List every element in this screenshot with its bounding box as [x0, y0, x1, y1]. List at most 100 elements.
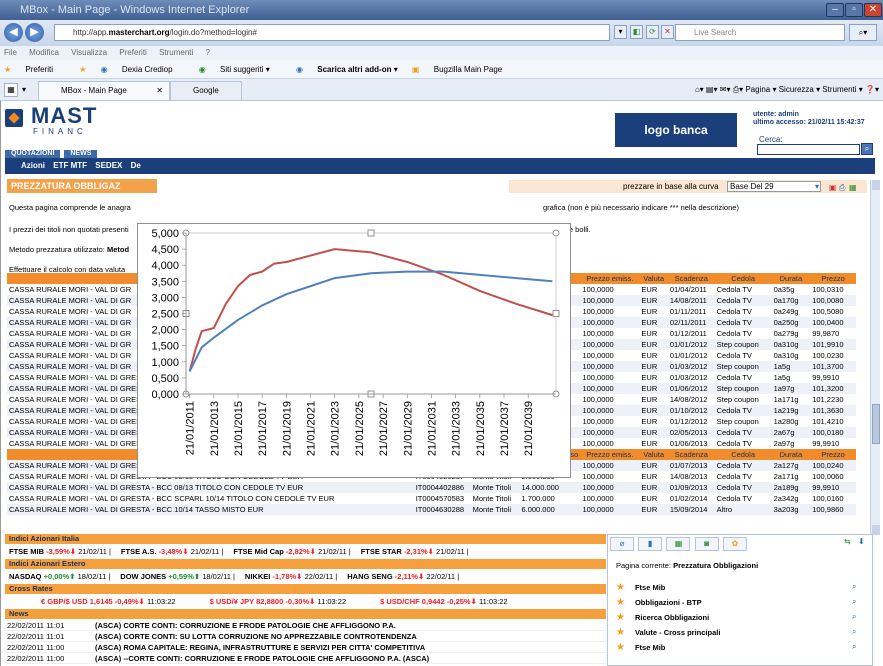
quick-link[interactable]: ★ Ricerca Obbligazioni — [616, 612, 709, 623]
home-icon[interactable]: ⌂▾ — [695, 85, 704, 94]
tab-google[interactable]: Google — [170, 81, 242, 100]
table-row[interactable]: CASSA RURALE MORI - VAL DI GRESTA - BCC … — [7, 493, 856, 504]
back-icon[interactable]: ◀ — [4, 23, 23, 42]
site-search-input[interactable] — [757, 144, 860, 155]
download-panel-icon[interactable]: ⬇ — [858, 537, 865, 546]
index-item[interactable]: FTSE MIB -3,59%⬇ 21/02/11 | — [9, 547, 111, 556]
menu-visualizza[interactable]: Visualizza — [71, 48, 107, 57]
nav-quotazioni[interactable]: QUOTAZIONI — [5, 150, 61, 158]
favorites-button[interactable]: ★ Preferiti — [4, 65, 65, 74]
magnifier-icon[interactable]: ⌕ — [852, 582, 856, 592]
favorite-bugzilla[interactable]: ▣ Bugzilla Main Page — [412, 65, 514, 74]
tab-mbox-main-page[interactable]: MBox - Main Page ✕ — [38, 81, 170, 100]
menu-preferiti[interactable]: Preferiti — [119, 48, 147, 57]
quick-link[interactable]: ★ Valute - Cross principali — [616, 627, 720, 638]
excel-icon[interactable]: ▦ — [849, 181, 857, 194]
print-page-icon[interactable]: ⎙ — [839, 181, 845, 194]
live-search-input[interactable]: Live Search — [675, 24, 845, 41]
menu-modifica[interactable]: Modifica — [29, 48, 59, 57]
cross-rate-item[interactable]: $ USD/¥ JPY 82,8800 -0,30%⬇ 11:03:22 — [210, 597, 347, 606]
forward-icon[interactable]: ▶ — [25, 23, 44, 42]
tab-list-icon[interactable]: ▾ — [22, 83, 32, 97]
compatibility-icon[interactable]: ◧ — [630, 25, 643, 39]
content-scrollbar[interactable] — [870, 180, 880, 535]
news-item[interactable]: 22/02/2011 11:01 (ASCA) CORTE CONTI: SU L… — [5, 631, 606, 642]
news-item[interactable]: 22/02/2011 11:01 (ASCA) CORTE CONTI: CORR… — [5, 620, 606, 631]
index-item[interactable]: NIKKEI -1,78%⬇ 22/02/11 | — [245, 572, 337, 581]
table-row[interactable]: CASSA RURALE MORI - VAL DI GRESTA - BCC … — [7, 482, 856, 493]
quick-link[interactable]: ★ Ftse Mib — [616, 642, 665, 653]
mail-icon[interactable]: ✉▾ — [720, 85, 731, 94]
minimize-button[interactable]: – — [826, 3, 844, 17]
scroll-down-icon[interactable] — [872, 525, 880, 535]
favorite-dexia[interactable]: ★ ◉ Dexia Crediop — [79, 65, 184, 74]
x-tick-label: 21/01/2025 — [354, 401, 366, 456]
subnav-sedex[interactable]: SEDEX — [95, 161, 122, 170]
chart-icon[interactable]: ▮ — [638, 537, 663, 551]
table-cell: 14/08/2011 — [667, 295, 715, 306]
search-label: Cerca: — [759, 135, 783, 144]
index-item[interactable]: HANG SENG -2,11%⬇ 22/02/11 | — [347, 572, 459, 581]
magnifier-icon[interactable]: ⌕ — [852, 627, 856, 637]
curve-select[interactable]: Base Del 29 ▾ — [727, 181, 821, 192]
favorite-suggested[interactable]: ◉ Siti suggeriti ▾ — [199, 65, 282, 74]
cross-rate-item[interactable]: $ USD/CHF 0,9442 -0,25%⬇ 11:03:22 — [380, 597, 507, 606]
header-cell: Prezzo emiss. — [580, 449, 640, 460]
index-item[interactable]: FTSE STAR -2,31%⬇ 21/02/11 | — [361, 547, 469, 556]
site-search-icon[interactable]: ⌕ — [861, 143, 873, 155]
close-tab-icon[interactable]: ✕ — [156, 82, 163, 100]
cross-rate-item[interactable]: € GBP/$ USD 1,6145 -0,49%⬇ 11:03:22 — [41, 597, 176, 606]
pdf-icon[interactable]: ▣ — [829, 181, 837, 194]
quick-link[interactable]: ★ Ftse Mib — [616, 582, 665, 593]
subnav-azioni[interactable]: Azioni — [21, 161, 45, 170]
scrollbar-thumb[interactable] — [872, 404, 880, 444]
index-item[interactable]: FTSE A.S. -3,48%⬇ 21/02/11 | — [121, 547, 223, 556]
index-item[interactable]: DOW JONES +0,59%⬆ 18/02/11 | — [120, 572, 235, 581]
menu-strumenti[interactable]: Strumenti — [159, 48, 193, 57]
refresh-icon[interactable]: ⟳ — [646, 25, 659, 39]
maximize-button[interactable]: ▫ — [845, 3, 863, 17]
index-name: NASDAQ — [9, 572, 44, 581]
subnav-etf[interactable]: ETF MTF — [53, 161, 87, 170]
alert-icon[interactable]: ✿ — [722, 537, 747, 551]
print-icon[interactable]: ⎙▾ — [733, 85, 743, 94]
news-item[interactable]: 22/02/2011 11:00 (ASCA) --CORTE CONTI: CO… — [5, 653, 606, 664]
menu-help[interactable]: ? — [206, 48, 210, 57]
help-icon[interactable]: ❓▾ — [865, 85, 879, 94]
yield-curve-chart[interactable]: 0,000 0,500 1,000 1,500 2,000 2,500 3,000 3,500… — [137, 223, 571, 478]
stop-icon[interactable]: ✕ — [661, 25, 674, 39]
calendar-icon[interactable]: ▦ — [666, 537, 691, 551]
refresh-panel-icon[interactable]: ⇆ — [844, 537, 851, 546]
magnifier-icon[interactable]: ⌕ — [852, 597, 856, 607]
nav-news[interactable]: NEWS — [64, 150, 98, 158]
magnifier-icon[interactable]: ⌕ — [852, 612, 856, 622]
table-row[interactable]: CASSA RURALE MORI - VAL DI GRESTA - BCC … — [7, 504, 856, 515]
index-item[interactable]: NASDAQ +0,00%⬆ 18/02/11 | — [9, 572, 110, 581]
close-button[interactable]: ✕ — [864, 3, 882, 17]
scroll-up-icon[interactable] — [872, 180, 880, 190]
table-cell: 02/05/2013 — [667, 427, 715, 438]
quick-tabs-icon[interactable]: ▦ — [4, 83, 18, 97]
link-icon[interactable]: ⌀ — [610, 537, 634, 551]
index-item[interactable]: FTSE Mid Cap -2,82%⬇ 21/02/11 | — [233, 547, 350, 556]
dropdown-arrow-icon[interactable]: ▾ — [614, 25, 627, 39]
search-icon[interactable]: ⌕▾ — [849, 24, 877, 41]
table-cell: 1a280g — [771, 416, 811, 427]
command-menus[interactable]: Pagina ▾ Sicurezza ▾ Strumenti ▾ — [745, 85, 862, 94]
favorite-addons[interactable]: ◉ Scarica altri add-on ▾ — [296, 65, 398, 74]
favorite-label: Siti suggeriti ▾ — [219, 65, 270, 74]
header-cell: Prezzo — [810, 273, 856, 284]
italia-indices: FTSE MIB -3,59%⬇ 21/02/11 | FTSE A.S. -3,… — [5, 545, 606, 558]
news-item[interactable]: 22/02/2011 11:00 (ASCA) ROMA CAPITALE: RE… — [5, 642, 606, 653]
table-cell: EUR — [639, 482, 668, 493]
feeds-icon[interactable]: ▤▾ — [706, 85, 718, 94]
note-icon[interactable]: ◙ — [694, 537, 719, 551]
table-cell: 2a67g — [771, 427, 811, 438]
table-cell: CASSA RURALE MORI - VAL DI GRESTA - BCC … — [7, 504, 414, 515]
subnav-de[interactable]: De — [131, 161, 141, 170]
url-field[interactable]: http://app.masterchart.org/login.do?meth… — [54, 24, 610, 41]
menu-file[interactable]: File — [4, 48, 17, 57]
magnifier-icon[interactable]: ⌕ — [852, 642, 856, 652]
quick-link[interactable]: ★ Obbligazioni - BTP — [616, 597, 702, 608]
tab-label: Google — [193, 86, 219, 95]
